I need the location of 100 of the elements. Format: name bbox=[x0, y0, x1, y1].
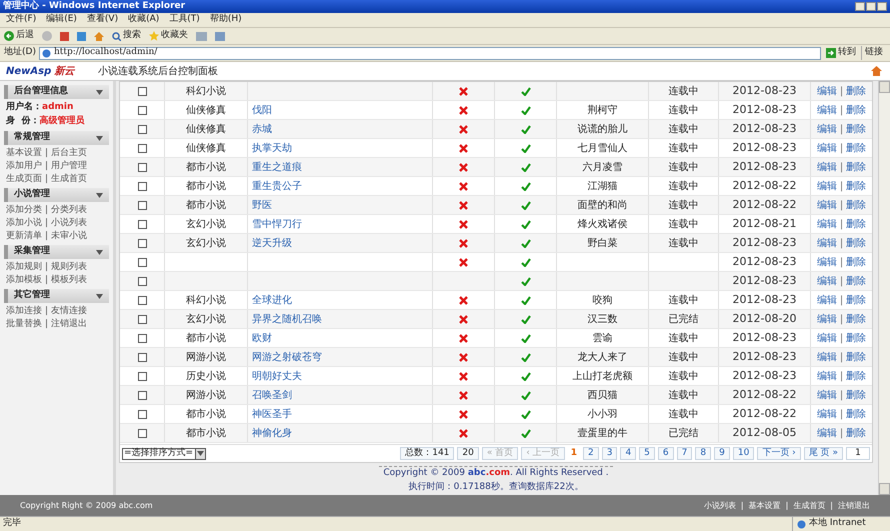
back-button[interactable]: 后退 bbox=[4, 29, 34, 43]
edit-link[interactable]: 编辑 bbox=[816, 254, 837, 270]
favorites-button[interactable]: 收藏夹 bbox=[149, 29, 188, 43]
sidebar-link[interactable]: 模板列表 bbox=[51, 274, 88, 288]
address-field[interactable]: http://localhost/admin/ bbox=[38, 46, 821, 60]
row-checkbox[interactable] bbox=[138, 182, 146, 190]
maximize-button[interactable] bbox=[866, 2, 876, 11]
row-checkbox[interactable] bbox=[138, 390, 146, 400]
edit-link[interactable]: 编辑 bbox=[816, 160, 837, 174]
sidebar-section-header[interactable]: 其它管理 bbox=[4, 289, 109, 303]
edit-link[interactable]: 编辑 bbox=[816, 102, 837, 118]
delete-link[interactable]: 删除 bbox=[846, 292, 866, 308]
row-checkbox[interactable] bbox=[138, 144, 146, 152]
sidebar-link[interactable]: 添加用户 bbox=[6, 160, 42, 174]
novel-title-link[interactable]: 雪中悍刀行 bbox=[252, 216, 302, 232]
bottom-link[interactable]: 注销退出 bbox=[838, 500, 870, 512]
sidebar-link[interactable]: 添加分类 bbox=[6, 204, 42, 218]
delete-link[interactable]: 删除 bbox=[846, 178, 866, 194]
edit-link[interactable]: 编辑 bbox=[816, 312, 837, 326]
sidebar-link[interactable]: 未审小说 bbox=[51, 230, 88, 244]
row-checkbox[interactable] bbox=[138, 314, 146, 324]
row-checkbox[interactable] bbox=[138, 200, 146, 210]
menu-item[interactable]: 收藏(A) bbox=[128, 13, 160, 27]
row-checkbox[interactable] bbox=[138, 238, 146, 248]
novel-title-link[interactable]: 伐阳 bbox=[252, 102, 272, 118]
delete-link[interactable]: 删除 bbox=[846, 350, 866, 364]
edit-link[interactable]: 编辑 bbox=[816, 84, 837, 98]
delete-link[interactable]: 删除 bbox=[846, 160, 866, 174]
delete-link[interactable]: 删除 bbox=[846, 426, 866, 440]
sidebar-link[interactable]: 规则列表 bbox=[51, 260, 88, 274]
novel-title-link[interactable]: 逆天升级 bbox=[252, 236, 292, 250]
sidebar-link[interactable]: 分类列表 bbox=[51, 204, 88, 218]
edit-link[interactable]: 编辑 bbox=[816, 178, 837, 194]
row-checkbox[interactable] bbox=[138, 124, 146, 134]
minimize-button[interactable] bbox=[855, 2, 865, 11]
sidebar-link[interactable]: 友情连接 bbox=[51, 304, 88, 318]
page-button[interactable]: 1 bbox=[568, 447, 580, 460]
sidebar-link[interactable]: 添加模板 bbox=[6, 274, 42, 288]
scrollbar[interactable] bbox=[878, 81, 890, 495]
edit-link[interactable]: 编辑 bbox=[816, 292, 837, 308]
sidebar-link[interactable]: 添加连接 bbox=[6, 304, 42, 318]
sidebar-link[interactable]: 批量替换 bbox=[6, 318, 42, 332]
novel-title-link[interactable]: 欧财 bbox=[252, 330, 272, 346]
search-button[interactable]: 搜索 bbox=[112, 29, 141, 43]
novel-title-link[interactable]: 网游之射破苍穹 bbox=[252, 350, 322, 364]
edit-link[interactable]: 编辑 bbox=[816, 426, 837, 440]
delete-link[interactable]: 删除 bbox=[846, 102, 866, 118]
page-button[interactable]: 6 bbox=[658, 447, 674, 460]
go-button[interactable]: 转到 bbox=[824, 46, 858, 60]
delete-link[interactable]: 删除 bbox=[846, 122, 866, 136]
edit-link[interactable]: 编辑 bbox=[816, 330, 837, 346]
sidebar-link[interactable]: 添加规则 bbox=[6, 260, 42, 274]
bottom-link[interactable]: 基本设置 bbox=[748, 500, 781, 512]
row-checkbox[interactable] bbox=[138, 410, 146, 418]
novel-title-link[interactable]: 全球进化 bbox=[252, 292, 292, 308]
sidebar-section-header[interactable]: 后台管理信息 bbox=[4, 85, 109, 99]
row-checkbox[interactable] bbox=[138, 86, 146, 96]
delete-link[interactable]: 删除 bbox=[846, 236, 866, 250]
novel-title-link[interactable]: 重生之道痕 bbox=[252, 160, 302, 174]
page-button[interactable]: 4 bbox=[620, 447, 636, 460]
edit-link[interactable]: 编辑 bbox=[816, 274, 837, 288]
delete-link[interactable]: 删除 bbox=[846, 254, 866, 270]
menu-item[interactable]: 查看(V) bbox=[86, 13, 118, 27]
sidebar-link[interactable]: 更新清单 bbox=[6, 230, 42, 244]
delete-link[interactable]: 删除 bbox=[846, 274, 866, 288]
sidebar-link[interactable]: 生成首页 bbox=[51, 172, 88, 186]
sidebar-section-header[interactable]: 常规管理 bbox=[4, 131, 109, 145]
bottom-link[interactable]: 小说列表 bbox=[704, 500, 736, 512]
delete-link[interactable]: 删除 bbox=[846, 216, 866, 232]
edit-link[interactable]: 编辑 bbox=[816, 198, 837, 212]
page-button[interactable]: 8 bbox=[695, 447, 712, 460]
sidebar-link[interactable]: 小说列表 bbox=[51, 216, 88, 230]
novel-title-link[interactable]: 赤城 bbox=[252, 122, 272, 136]
page-button[interactable]: 2 bbox=[582, 447, 599, 460]
bottom-link[interactable]: 生成首页 bbox=[793, 500, 826, 512]
novel-title-link[interactable]: 野医 bbox=[252, 198, 272, 212]
page-button[interactable]: 3 bbox=[602, 447, 618, 460]
row-checkbox[interactable] bbox=[138, 296, 146, 304]
edit-link[interactable]: 编辑 bbox=[816, 368, 837, 384]
edit-link[interactable]: 编辑 bbox=[816, 140, 837, 156]
page-button[interactable]: 10 bbox=[732, 447, 754, 460]
page-button[interactable]: 7 bbox=[676, 447, 692, 460]
delete-link[interactable]: 删除 bbox=[846, 84, 866, 98]
novel-title-link[interactable]: 异界之随机召唤 bbox=[252, 312, 322, 326]
delete-link[interactable]: 删除 bbox=[846, 406, 866, 422]
sidebar-section-header[interactable]: 小说管理 bbox=[4, 188, 109, 202]
delete-link[interactable]: 删除 bbox=[846, 330, 866, 346]
menu-item[interactable]: 文件(F) bbox=[6, 13, 36, 27]
row-checkbox[interactable] bbox=[138, 428, 146, 438]
delete-link[interactable]: 删除 bbox=[846, 198, 866, 212]
menu-item[interactable]: 编辑(E) bbox=[46, 13, 77, 27]
links-button[interactable]: 链接 bbox=[861, 46, 886, 60]
row-checkbox[interactable] bbox=[138, 106, 146, 114]
edit-link[interactable]: 编辑 bbox=[816, 388, 837, 402]
novel-title-link[interactable]: 执掌天劫 bbox=[252, 140, 292, 156]
sidebar-link[interactable]: 后台主页 bbox=[51, 146, 88, 160]
novel-title-link[interactable]: 重生贵公子 bbox=[252, 178, 302, 194]
row-checkbox[interactable] bbox=[138, 372, 146, 380]
close-button[interactable] bbox=[877, 2, 887, 11]
page-button[interactable]: 9 bbox=[714, 447, 730, 460]
